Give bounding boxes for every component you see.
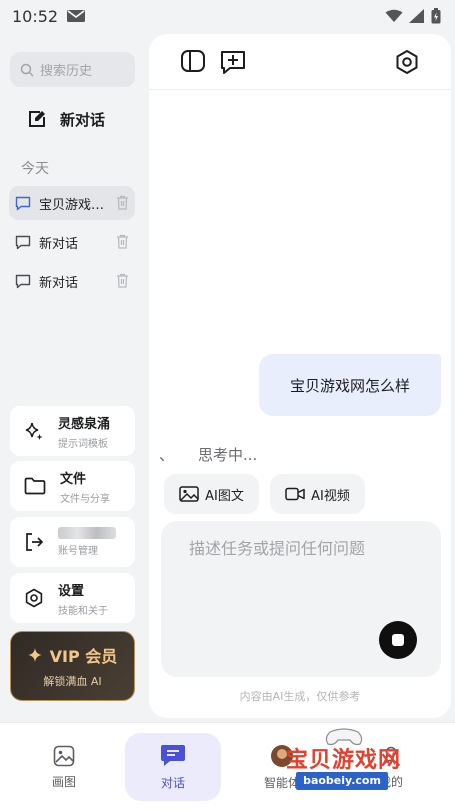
vip-card[interactable]: VIP 会员 解锁满血 AI: [10, 631, 135, 701]
wifi-icon: [385, 9, 403, 22]
tool-settings[interactable]: 设置 技能和关于: [10, 573, 135, 623]
conversation-item[interactable]: 新对话: [9, 225, 135, 259]
blurred-username: [58, 527, 116, 539]
sidebar-toggle-icon[interactable]: [180, 49, 206, 73]
thinking-indicator: 、 思考中...: [159, 444, 257, 465]
conversation-item[interactable]: 新对话: [9, 264, 135, 298]
tool-texts: 设置 技能和关于: [58, 580, 108, 617]
nav-label: 画图: [51, 774, 76, 789]
tool-texts: 文件 文件与分享: [60, 468, 110, 505]
status-bar: 10:52: [0, 0, 455, 32]
new-chat-plus-icon[interactable]: [220, 49, 246, 75]
input-placeholder: 描述任务或提问任何问题: [189, 539, 366, 558]
nav-tab-draw[interactable]: 画图: [16, 733, 112, 801]
settings-icon[interactable]: [394, 49, 420, 75]
vip-title: VIP 会员: [49, 647, 118, 666]
stop-button[interactable]: [379, 621, 417, 659]
search-history-input[interactable]: 搜索历史: [10, 52, 135, 87]
search-icon: [20, 63, 34, 77]
nav-label: 对话: [160, 775, 185, 790]
sparkle-icon: [27, 648, 42, 662]
tool-subtitle: 提示词模板: [58, 438, 108, 450]
vip-title-row: VIP 会员: [27, 643, 118, 667]
conversation-label: 新对话: [39, 275, 79, 291]
vip-subtitle: 解锁满血 AI: [43, 675, 102, 688]
trash-icon[interactable]: [116, 195, 129, 210]
new-chat-icon: [29, 111, 45, 127]
watermark-url: baobeiy.com: [296, 772, 388, 790]
ai-image-chip[interactable]: AI图文: [164, 474, 259, 514]
trash-icon[interactable]: [116, 234, 129, 249]
sidebar: 搜索历史 新对话 今天 宝贝游戏网怎么样 新对话 新对话 灵感泉涌 提示词模板 …: [0, 32, 148, 722]
tool-inspiration[interactable]: 灵感泉涌 提示词模板: [10, 406, 135, 456]
signal-icon: [409, 9, 424, 23]
chat-bubble-icon: [15, 274, 31, 288]
video-icon: [285, 487, 305, 501]
battery-icon: [431, 8, 441, 24]
image-icon: [179, 486, 199, 502]
trash-icon[interactable]: [116, 273, 129, 288]
logout-icon: [26, 533, 44, 551]
image-icon: [53, 745, 75, 766]
conversation-item[interactable]: 宝贝游戏网怎么样: [9, 186, 135, 220]
section-today: 今天: [21, 161, 49, 177]
status-time: 10:52: [12, 6, 59, 26]
chat-bubble-icon: [15, 235, 31, 249]
conversation-label: 宝贝游戏网怎么样: [39, 197, 111, 213]
stop-icon: [392, 634, 404, 646]
status-right: [385, 8, 441, 24]
tool-subtitle: 技能和关于: [58, 605, 108, 617]
chip-label: AI视频: [311, 488, 350, 504]
thinking-mark: 、: [159, 446, 175, 464]
tool-texts: 灵感泉涌 提示词模板: [58, 413, 110, 450]
mail-icon: [67, 10, 86, 22]
folder-icon: [24, 477, 46, 495]
tool-title: 灵感泉涌: [58, 416, 111, 432]
watermark: 宝贝游戏网 baobeiy.com: [286, 728, 434, 798]
search-placeholder: 搜索历史: [40, 64, 93, 79]
chat-header: [149, 34, 451, 90]
thinking-text: 思考中...: [198, 446, 258, 464]
sparkle-icon: [25, 422, 43, 440]
message-input[interactable]: 描述任务或提问任何问题: [161, 521, 441, 677]
new-chat-label: 新对话: [60, 110, 106, 129]
ai-disclaimer: 内容由AI生成，仅供参考: [239, 690, 361, 703]
tool-subtitle: 文件与分享: [60, 493, 110, 505]
tool-title: 设置: [58, 583, 85, 599]
tool-files[interactable]: 文件 文件与分享: [10, 461, 135, 511]
chat-icon: [161, 744, 185, 766]
conversation-label: 新对话: [39, 236, 79, 252]
nav-tab-chat[interactable]: 对话: [125, 733, 221, 801]
tool-account[interactable]: 账号管理: [10, 517, 135, 567]
chat-panel: 宝贝游戏网怎么样 、 思考中... AI图文 AI视频 描述任务或提问任何问题 …: [149, 34, 451, 718]
tool-texts: 账号管理: [58, 527, 116, 557]
ai-video-chip[interactable]: AI视频: [270, 474, 365, 514]
tool-subtitle: 账号管理: [58, 546, 98, 557]
chat-bubble-icon: [15, 196, 31, 210]
new-chat-button[interactable]: 新对话: [28, 107, 105, 131]
chip-label: AI图文: [205, 488, 244, 504]
tool-title: 文件: [60, 471, 87, 487]
user-message-bubble: 宝贝游戏网怎么样: [259, 354, 441, 416]
settings-icon: [25, 588, 43, 608]
status-left: 10:52: [12, 7, 86, 26]
watermark-title: 宝贝游戏网: [286, 748, 402, 773]
